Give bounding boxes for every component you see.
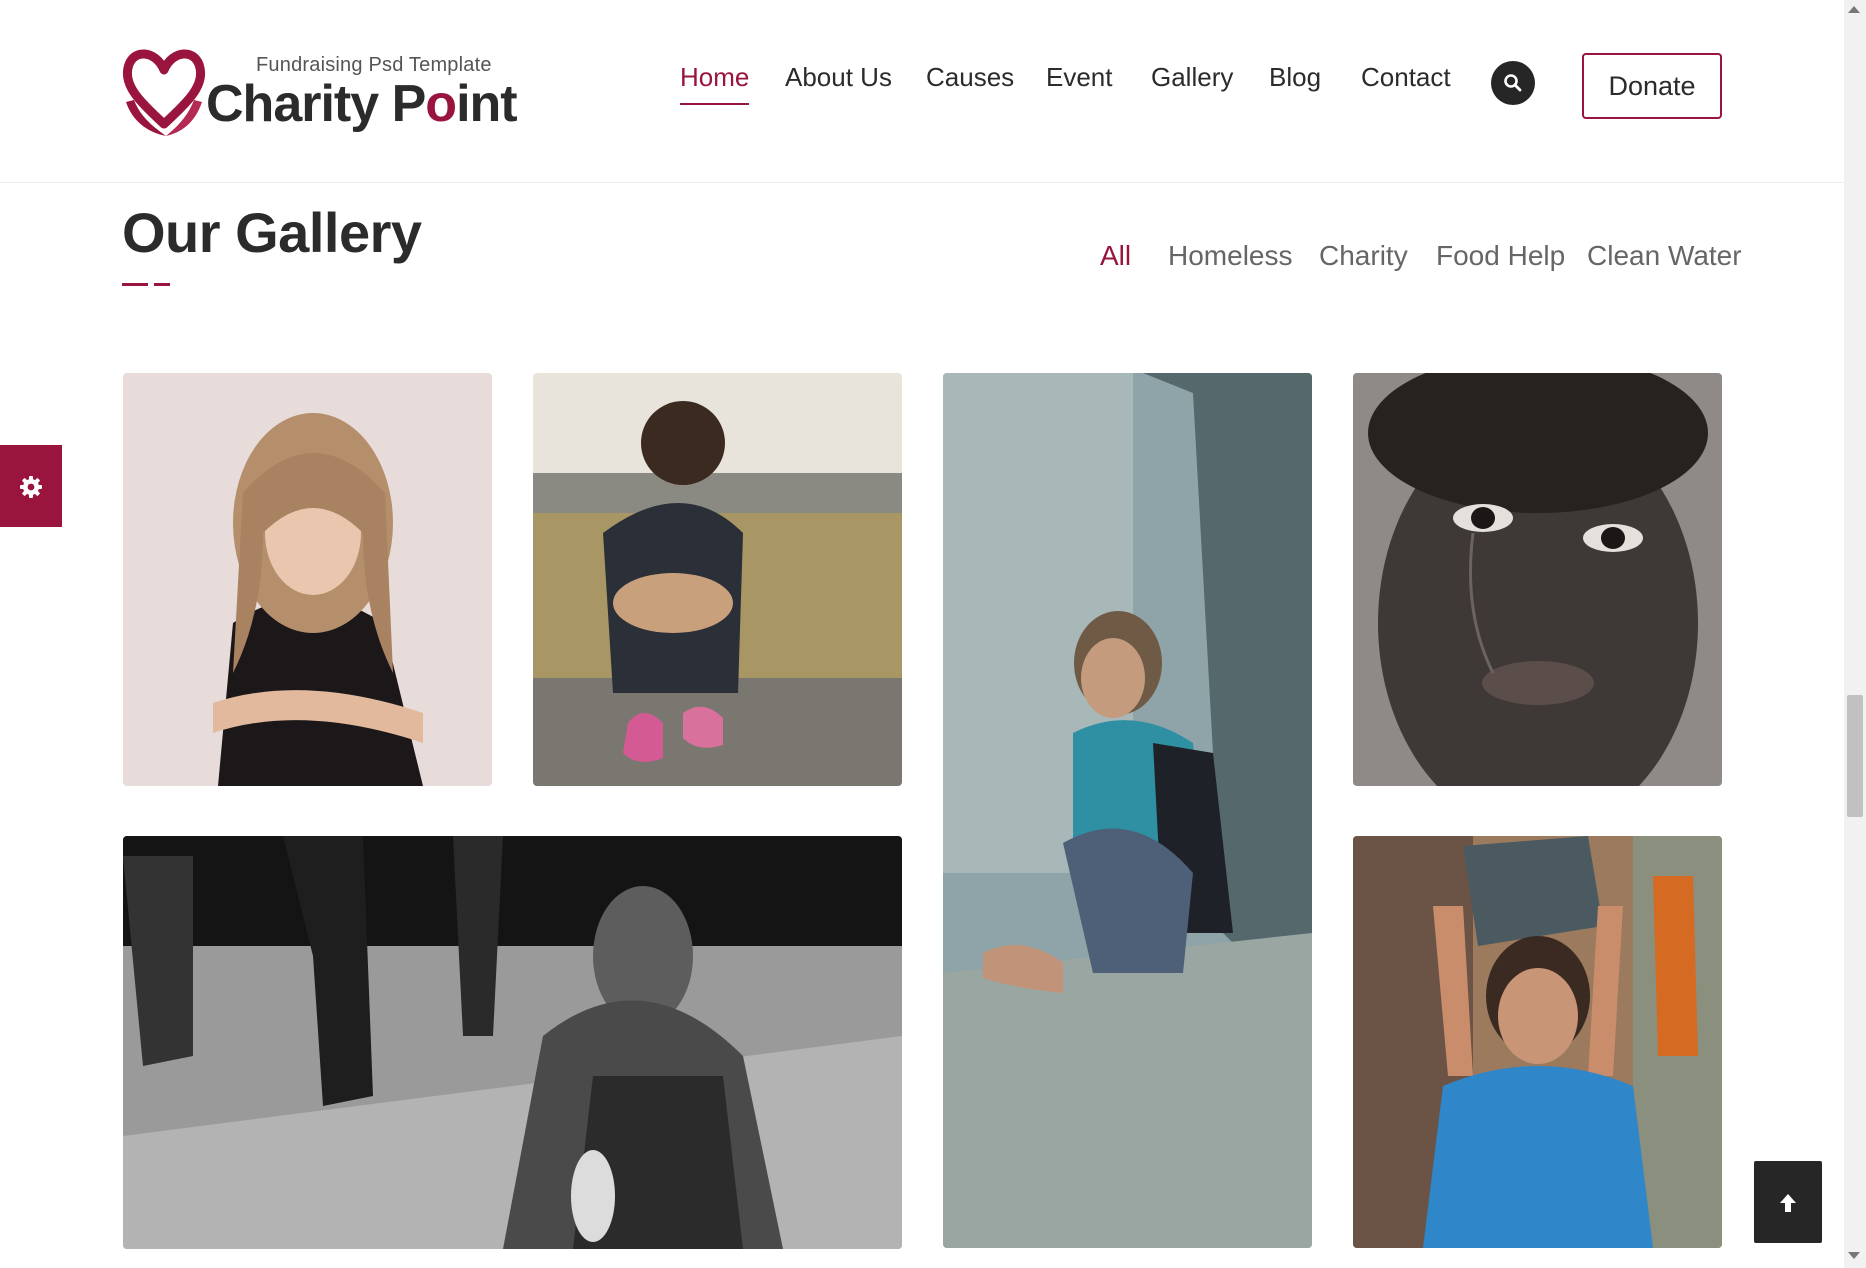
title-underline-dash bbox=[154, 283, 170, 286]
settings-panel-toggle[interactable] bbox=[0, 445, 62, 527]
logo-name-part1: Charity P bbox=[206, 75, 426, 133]
gallery-photo[interactable] bbox=[943, 373, 1312, 1248]
gear-icon bbox=[20, 476, 42, 498]
scrollbar-thumb[interactable] bbox=[1847, 695, 1863, 817]
gallery-photo[interactable] bbox=[123, 373, 492, 786]
nav-item-about-us[interactable]: About Us bbox=[785, 62, 892, 103]
scroll-up-arrow-icon[interactable] bbox=[1848, 6, 1860, 13]
donate-button[interactable]: Donate bbox=[1582, 53, 1722, 119]
site-header: Fundraising Psd Template Charity Point H… bbox=[0, 0, 1844, 183]
gallery-photo[interactable] bbox=[1353, 836, 1722, 1248]
logo-name: Charity Point bbox=[206, 74, 518, 134]
filter-all[interactable]: All bbox=[1100, 240, 1131, 272]
gallery-photo-image bbox=[123, 373, 492, 786]
search-button[interactable] bbox=[1491, 61, 1535, 105]
gallery-photo-image bbox=[1353, 373, 1722, 786]
filter-food-help[interactable]: Food Help bbox=[1436, 240, 1565, 272]
logo[interactable]: Fundraising Psd Template Charity Point bbox=[122, 38, 518, 142]
search-icon bbox=[1504, 74, 1522, 92]
gallery-photo-image bbox=[533, 373, 902, 786]
nav-item-event[interactable]: Event bbox=[1046, 62, 1113, 103]
gallery-photo-image bbox=[943, 373, 1312, 1248]
gallery-photo[interactable] bbox=[533, 373, 902, 786]
nav-item-gallery[interactable]: Gallery bbox=[1151, 62, 1233, 103]
nav-item-blog[interactable]: Blog bbox=[1269, 62, 1321, 103]
filter-charity[interactable]: Charity bbox=[1319, 240, 1408, 272]
filter-homeless[interactable]: Homeless bbox=[1168, 240, 1292, 272]
back-to-top-button[interactable] bbox=[1754, 1161, 1822, 1243]
nav-item-contact[interactable]: Contact bbox=[1361, 62, 1451, 103]
gallery-photo-image bbox=[1353, 836, 1722, 1248]
scroll-down-arrow-icon[interactable] bbox=[1848, 1252, 1860, 1259]
gallery-photo-image bbox=[123, 836, 902, 1249]
page-scrollbar[interactable] bbox=[1844, 0, 1866, 1268]
title-underline-dash bbox=[122, 283, 148, 286]
nav-item-home[interactable]: Home bbox=[680, 62, 750, 105]
arrow-up-icon bbox=[1780, 1194, 1796, 1212]
logo-name-accent: o bbox=[425, 75, 457, 133]
gallery-title: Our Gallery bbox=[122, 201, 422, 264]
nav-item-causes[interactable]: Causes bbox=[926, 62, 1014, 103]
filter-clean-water[interactable]: Clean Water bbox=[1587, 240, 1742, 272]
logo-name-part2: int bbox=[456, 75, 518, 133]
gallery-photo[interactable] bbox=[1353, 373, 1722, 786]
heart-hands-logo-icon bbox=[122, 49, 206, 136]
gallery-photo[interactable] bbox=[123, 836, 902, 1249]
